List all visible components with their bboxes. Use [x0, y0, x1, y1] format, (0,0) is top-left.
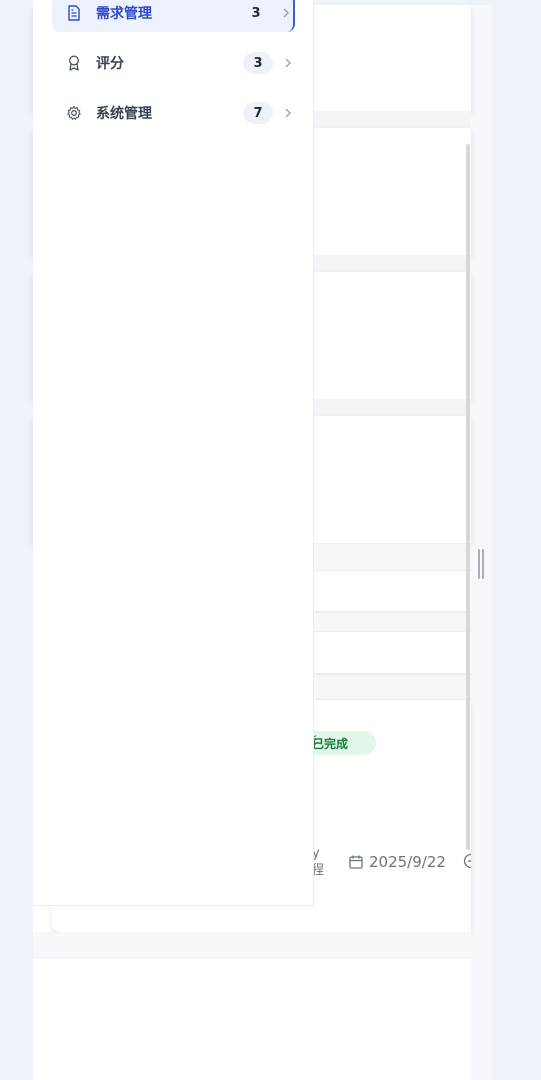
menu-item-count: 3 — [243, 52, 273, 74]
resize-handle[interactable] — [478, 549, 484, 579]
menu-item-label: 需求管理 — [96, 6, 152, 22]
menu-item-scoring[interactable]: 评分 3 — [52, 44, 295, 82]
chevron-right-icon — [281, 107, 295, 119]
due-date-text: 2025/9/22 — [369, 853, 446, 871]
menu-item-count: 7 — [243, 102, 273, 124]
calendar-icon — [348, 854, 364, 870]
award-icon — [66, 55, 82, 71]
chevron-right-icon — [279, 7, 293, 19]
document-icon — [66, 5, 82, 21]
assignee-fragment-line-1: y — [312, 846, 320, 861]
menu-item-count: 3 — [251, 5, 261, 21]
clock-icon — [462, 853, 472, 873]
menu-item-requirements[interactable]: 需求管理 3 — [52, 0, 295, 32]
assignee-fragment: y 程 — [311, 845, 331, 879]
chevron-right-icon — [281, 57, 295, 69]
gear-icon — [66, 105, 82, 121]
card-gap — [33, 932, 471, 959]
nav-menu: 需求管理 3 评分 3 系统管理 7 — [33, 0, 314, 906]
due-date: 2025/9/22 — [348, 853, 446, 871]
menu-item-system[interactable]: 系统管理 7 — [52, 94, 295, 132]
app-stage: 已完成 彡 y 程 2025/9/22 — [0, 0, 541, 1080]
menu-item-label: 系统管理 — [96, 106, 152, 122]
menu-item-label: 评分 — [96, 56, 124, 72]
vertical-scrollbar[interactable] — [466, 144, 470, 850]
assignee-fragment-line-2: 程 — [311, 863, 325, 878]
